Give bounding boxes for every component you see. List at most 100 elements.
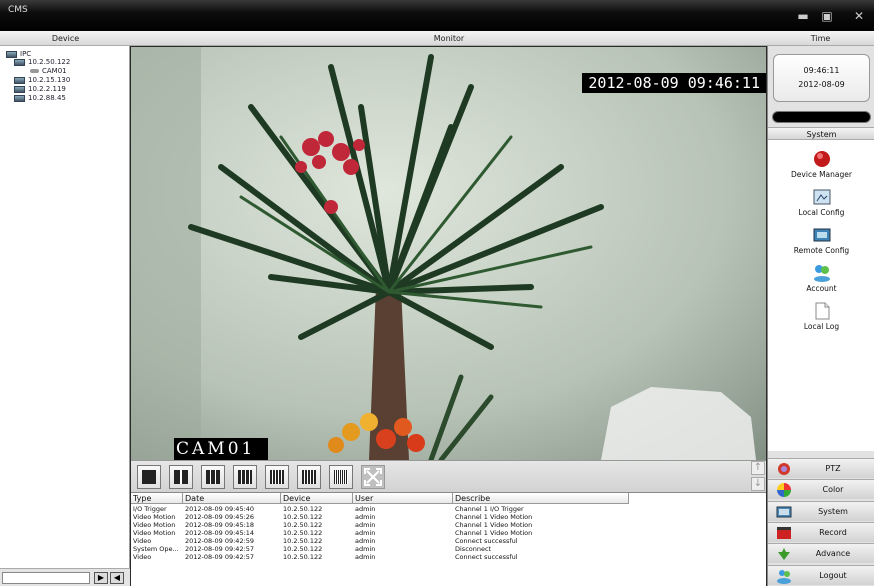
tree-item[interactable]: CAM01 [30, 67, 67, 76]
tree-root-label: IPC [20, 50, 32, 58]
log-cell: 10.2.50.122 [283, 537, 323, 545]
camera-icon [30, 69, 39, 73]
log-cell: 2012-08-09 09:42:57 [185, 545, 255, 553]
device-tree-panel: IPC 10.2.50.122 CAM01 10.2.15.130 10.2.2.11… [0, 46, 130, 568]
log-column-header[interactable]: User [353, 493, 453, 504]
record-icon [777, 526, 791, 539]
account-icon [813, 265, 830, 282]
log-row[interactable]: I/O Trigger 2012-08-09 09:45:40 10.2.50.12… [131, 505, 766, 513]
layout-64-split-button[interactable] [329, 465, 353, 489]
log-column-header[interactable]: Describe [453, 493, 629, 504]
button-label: Logout [819, 570, 847, 580]
ptz-button[interactable]: PTZ [768, 458, 874, 478]
log-column-header[interactable]: Type [131, 493, 183, 504]
minimize-icon[interactable]: ▬ [796, 10, 810, 22]
layout-9-split-button[interactable] [201, 465, 225, 489]
layout-36-split-button[interactable] [297, 465, 321, 489]
system-button[interactable]: System [768, 500, 874, 521]
local-log-button[interactable]: Local Log [768, 302, 874, 331]
tree-item-label: 10.2.15.130 [28, 76, 71, 84]
button-label: System [818, 506, 848, 516]
log-row[interactable]: Video Motion 2012-08-09 09:45:18 10.2.50.1… [131, 521, 766, 529]
log-cell: Connect successful [455, 553, 518, 561]
log-column-header[interactable]: Device [281, 493, 353, 504]
layout-1-split-button[interactable] [137, 465, 161, 489]
remote-config-button[interactable]: Remote Config [768, 226, 874, 255]
play-right-icon[interactable]: ▶ [94, 572, 108, 584]
color-button[interactable]: Color [768, 479, 874, 500]
close-icon[interactable]: ✕ [852, 10, 866, 22]
log-column-header[interactable]: Date [183, 493, 281, 504]
device-scrollbar[interactable] [2, 572, 90, 584]
log-cell: Channel 1 Video Motion [455, 513, 533, 521]
log-row[interactable]: Video 2012-08-09 09:42:59 10.2.50.122 admin… [131, 537, 766, 545]
device-manager-icon [813, 151, 830, 167]
pc-icon [14, 85, 25, 93]
tree-item-label: 10.2.50.122 [28, 58, 71, 66]
log-cell: 10.2.50.122 [283, 529, 323, 537]
log-cell: admin [355, 537, 376, 545]
device-header: Device [0, 31, 131, 46]
device-manager-label: Device Manager [791, 170, 852, 179]
clock-date: 2012-08-09 [798, 80, 845, 89]
local-log-label: Local Log [803, 322, 840, 331]
log-row[interactable]: Video Motion 2012-08-09 09:45:14 10.2.50.1… [131, 529, 766, 537]
scroll-down-icon[interactable]: ↓ [751, 477, 765, 491]
local-config-button[interactable]: Local Config [768, 188, 874, 217]
video-view[interactable]: 2012-08-09 09:46:11 CAM01 [131, 47, 766, 460]
logout-icon [777, 569, 791, 584]
tree-item[interactable]: 10.2.88.45 [14, 94, 66, 103]
pc-icon [14, 58, 25, 66]
monitor-header: Monitor [131, 31, 767, 46]
remote-config-label: Remote Config [793, 246, 850, 255]
network-icon [6, 50, 17, 58]
tree-item[interactable]: 10.2.2.119 [14, 85, 66, 94]
fullscreen-button[interactable] [361, 465, 385, 489]
scroll-up-icon[interactable]: ↑ [751, 461, 765, 475]
layout-4-split-button[interactable] [169, 465, 193, 489]
tree-item[interactable]: 10.2.15.130 [14, 76, 70, 85]
layout-25-split-button[interactable] [265, 465, 289, 489]
layout-16-split-button[interactable] [233, 465, 257, 489]
log-cell: Video [133, 537, 152, 545]
fullscreen-icon [364, 468, 382, 486]
color-icon [777, 483, 791, 498]
log-cell: Channel 1 I/O Trigger [455, 505, 524, 513]
log-cell: System Ope... [133, 545, 179, 553]
log-cell: I/O Trigger [133, 505, 167, 513]
account-label: Account [806, 284, 837, 293]
log-cell: 10.2.50.122 [283, 505, 323, 513]
local-log-icon [815, 302, 829, 320]
log-cell: 10.2.50.122 [283, 545, 323, 553]
log-cell: admin [355, 553, 376, 561]
system-menu: Device Manager Local Config Remote Confi… [768, 140, 874, 451]
status-bar [772, 111, 871, 123]
log-cell: Video Motion [133, 513, 176, 521]
right-panel: 09:46:11 2012-08-09 System Device Manage… [767, 46, 874, 586]
video-timestamp: 2012-08-09 09:46:11 [582, 73, 766, 93]
tree-item[interactable]: 10.2.50.122 [14, 58, 70, 67]
log-row[interactable]: Video 2012-08-09 09:42:57 10.2.50.122 admin… [131, 553, 766, 561]
account-button[interactable]: Account [768, 264, 874, 293]
advance-button[interactable]: Advance [768, 543, 874, 564]
log-cell: admin [355, 545, 376, 553]
restore-icon[interactable]: ▣ [820, 10, 834, 22]
logout-button[interactable]: Logout [768, 564, 874, 585]
record-button[interactable]: Record [768, 521, 874, 542]
log-cell: Disconnect [455, 545, 492, 553]
time-header: Time [767, 31, 874, 46]
log-cell: 10.2.50.122 [283, 553, 323, 561]
log-row[interactable]: Video Motion 2012-08-09 09:45:26 10.2.50.1… [131, 513, 766, 521]
device-manager-button[interactable]: Device Manager [768, 150, 874, 179]
log-cell: Video Motion [133, 521, 176, 529]
ptz-icon [778, 463, 790, 475]
log-cell: 2012-08-09 09:45:18 [185, 521, 255, 529]
button-label: Color [822, 485, 844, 495]
log-row[interactable]: System Ope... 2012-08-09 09:42:57 10.2.50.… [131, 545, 766, 553]
remote-config-icon [813, 228, 830, 242]
tree-item-label: CAM01 [42, 67, 67, 75]
system-icon [776, 506, 792, 518]
local-config-icon [813, 189, 830, 205]
log-cell: admin [355, 505, 376, 513]
play-left-icon[interactable]: ◀ [110, 572, 124, 584]
